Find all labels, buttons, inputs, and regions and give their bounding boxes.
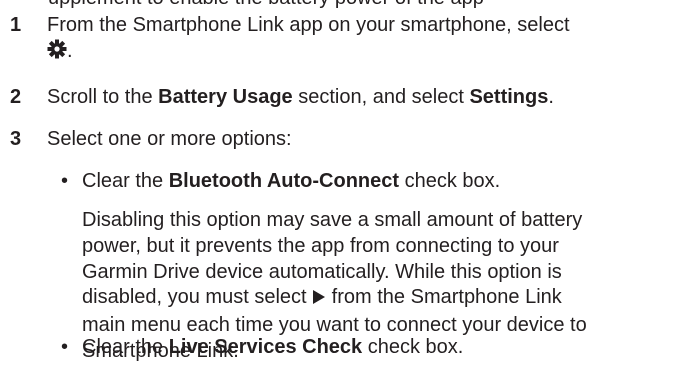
- bullet-dot: •: [61, 170, 69, 192]
- paragraph-line: Garmin Drive device automatically. While…: [82, 260, 562, 283]
- gear-icon: [47, 39, 67, 66]
- paragraph-line-4-pre: disabled, you must select: [82, 286, 307, 309]
- step-text: Scroll to the Battery Usage section, and…: [47, 84, 691, 110]
- bullet-text: Clear the Live Services Check check box.: [82, 334, 463, 360]
- bullet-text-post: check box.: [399, 170, 501, 192]
- bullet-text-pre: Clear the: [82, 336, 169, 358]
- bullet-text: Clear the Bluetooth Auto-Connect check b…: [82, 168, 500, 194]
- clipped-top-text: upplement to enable the battery power of…: [48, 0, 484, 8]
- bullet-dot: •: [61, 336, 69, 358]
- bullet-text-post: check box.: [362, 336, 464, 358]
- step-2-text-post: .: [548, 86, 554, 108]
- paragraph-line: disabled, you must select from the Smart…: [82, 285, 699, 313]
- play-icon: [312, 287, 326, 313]
- step-1-period: .: [67, 40, 73, 62]
- live-services-check-label: Live Services Check: [168, 336, 363, 358]
- step-2-text-mid: section, and select: [292, 86, 470, 108]
- paragraph-line-4-post: from the Smartphone Link: [326, 286, 562, 309]
- step-number: 1: [10, 14, 22, 36]
- settings-label: Settings: [469, 86, 549, 108]
- step-text: From the Smartphone Link app on your sma…: [47, 12, 691, 66]
- paragraph-line: power, but it prevents the app from conn…: [82, 234, 559, 257]
- step-number: 2: [10, 86, 22, 108]
- step-text: Select one or more options:: [47, 128, 292, 150]
- bluetooth-auto-connect-label: Bluetooth Auto-Connect: [168, 170, 400, 192]
- step-2-text-pre: Scroll to the: [47, 86, 159, 108]
- step-number: 3: [10, 128, 22, 150]
- step-1-line1: From the Smartphone Link app on your sma…: [47, 14, 570, 36]
- paragraph-line: Disabling this option may save a small a…: [82, 209, 583, 231]
- bullet-text-pre: Clear the: [82, 170, 169, 192]
- battery-usage-label: Battery Usage: [158, 86, 293, 108]
